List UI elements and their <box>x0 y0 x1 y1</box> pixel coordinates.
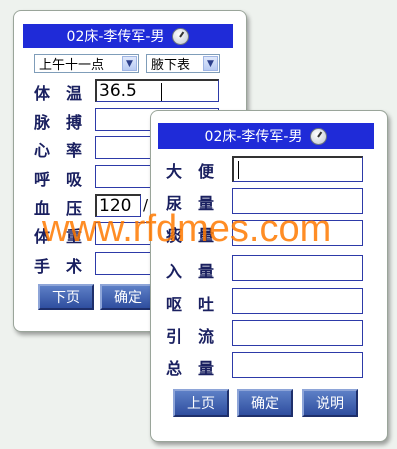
label-total: 总 量 <box>166 359 215 378</box>
confirm-button[interactable]: 确定 <box>100 284 156 310</box>
confirm-button[interactable]: 确定 <box>237 389 293 417</box>
drainage-input[interactable] <box>232 320 363 346</box>
label-pulse: 脉 搏 <box>34 113 83 132</box>
prev-page-button[interactable]: 上页 <box>173 389 229 417</box>
help-button[interactable]: 说明 <box>302 389 358 417</box>
measure-site-value: 腋下表 <box>151 58 191 73</box>
time-select-value: 上午十一点 <box>39 58 105 73</box>
clock-icon[interactable] <box>172 27 190 45</box>
patient-titlebar: 02床-李传军-男 <box>158 123 374 149</box>
clock-icon[interactable] <box>310 127 328 145</box>
text-caret <box>161 83 162 101</box>
patient-title: 02床-李传军-男 <box>66 29 165 45</box>
temperature-value: 36.5 <box>99 81 137 101</box>
label-intake: 入 量 <box>166 262 215 281</box>
chevron-down-icon[interactable]: ▼ <box>203 56 218 71</box>
watermark-text: www.rfdmes.com <box>42 208 332 250</box>
label-heart-rate: 心 率 <box>34 141 83 160</box>
stool-input[interactable] <box>232 156 363 182</box>
text-caret <box>238 161 239 179</box>
patient-titlebar: 02床-李传军-男 <box>23 24 233 48</box>
vitals-panel-page2: 02床-李传军-男 大 便 尿 量 痰 量 入 量 呕 吐 引 流 总 量 上页… <box>150 110 388 442</box>
intake-input[interactable] <box>232 255 363 281</box>
label-temperature: 体 温 <box>34 84 83 103</box>
total-input[interactable] <box>232 352 363 378</box>
label-vomit: 呕 吐 <box>166 295 215 314</box>
label-stool: 大 便 <box>166 162 215 181</box>
chevron-down-icon[interactable]: ▼ <box>122 56 137 71</box>
label-drainage: 引 流 <box>166 327 215 346</box>
patient-title: 02床-李传军-男 <box>204 129 303 145</box>
temperature-input[interactable]: 36.5 <box>95 79 219 102</box>
label-surgery: 手 术 <box>34 257 83 276</box>
label-respiration: 呼 吸 <box>34 170 83 189</box>
next-page-button[interactable]: 下页 <box>38 284 94 310</box>
measure-site-select[interactable]: 腋下表 ▼ <box>146 54 220 73</box>
vomit-input[interactable] <box>232 288 363 314</box>
time-select[interactable]: 上午十一点 ▼ <box>34 54 139 73</box>
